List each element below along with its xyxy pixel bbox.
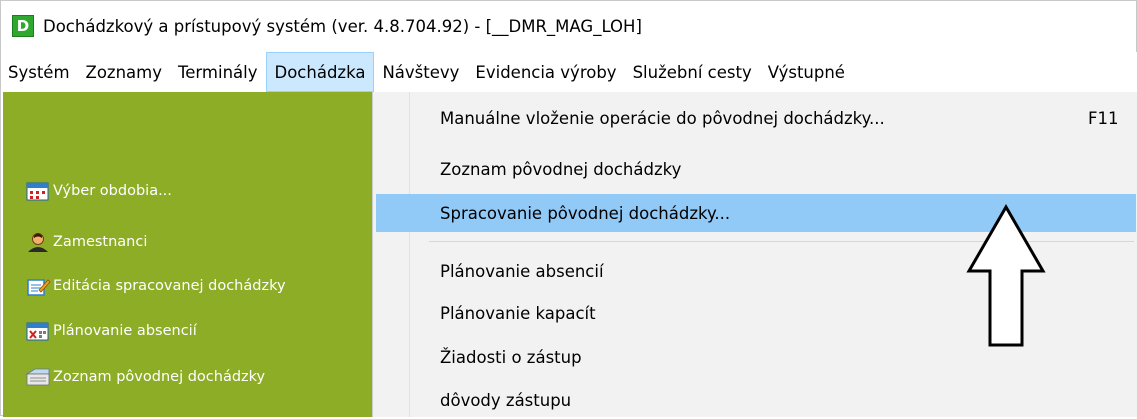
menu-bar: Systém Zoznamy Terminály Dochádzka Návšt…	[2, 52, 1137, 92]
menu-item-label: Zoznam pôvodnej dochádzky	[440, 159, 682, 179]
edit-document-icon	[25, 275, 51, 297]
sidebar-item-label: Zoznam pôvodnej dochádzky	[53, 369, 266, 385]
sidebar-item-label: Výber obdobia...	[53, 183, 172, 199]
menu-item-shortcut: F11	[1088, 108, 1119, 128]
menu-evidencia-vyroby[interactable]: Evidencia výroby	[467, 52, 624, 92]
app-logo-icon: D	[12, 15, 34, 37]
menu-terminaly[interactable]: Terminály	[170, 52, 266, 92]
window-title: Dochádzkový a prístupový systém (ver. 4.…	[43, 16, 642, 36]
sidebar-item-label: Plánovanie absencií	[53, 323, 197, 339]
sidebar-item-planovanie-absencii[interactable]: Plánovanie absencií	[25, 320, 197, 342]
menu-item-dovody-zastupu[interactable]: dôvody zástupu	[376, 381, 1136, 419]
menu-item-label: Manuálne vloženie operácie do pôvodnej d…	[440, 108, 885, 128]
menu-item-label: Spracovanie pôvodnej dochádzky...	[440, 203, 731, 223]
menu-vystupne[interactable]: Výstupné	[760, 52, 853, 92]
calendar-icon	[25, 180, 51, 202]
sidebar: Výber obdobia... Zamestnanci Editácia sp…	[3, 92, 372, 417]
person-icon	[25, 231, 51, 253]
menu-sluzebni-cesty[interactable]: Služební cesty	[625, 52, 760, 92]
sidebar-item-label: Zamestnanci	[53, 234, 148, 250]
app-window: D Dochádzkový a prístupový systém (ver. …	[0, 0, 1137, 419]
menu-zoznamy[interactable]: Zoznamy	[78, 52, 170, 92]
menu-item-label: Žiadosti o zástup	[440, 347, 582, 367]
menu-item-label: dôvody zástupu	[440, 390, 572, 410]
title-bar: D Dochádzkový a prístupový systém (ver. …	[2, 2, 1135, 50]
menu-dochadzka[interactable]: Dochádzka	[265, 52, 375, 92]
sidebar-item-editacia[interactable]: Editácia spracovanej dochádzky	[25, 275, 286, 297]
sidebar-item-zoznam-povodnej[interactable]: Zoznam pôvodnej dochádzky	[25, 366, 265, 388]
menu-item-manualne-vlozenie[interactable]: Manuálne vloženie operácie do pôvodnej d…	[376, 99, 1136, 137]
menu-item-label: Plánovanie absencií	[440, 261, 604, 281]
menu-navstevy[interactable]: Návštevy	[374, 52, 467, 92]
calendar-absence-icon	[25, 320, 51, 342]
up-arrow-icon	[966, 204, 1046, 347]
list-folder-icon	[25, 366, 51, 388]
menu-item-zoznam-povodnej[interactable]: Zoznam pôvodnej dochádzky	[376, 150, 1136, 188]
sidebar-item-vyber-obdobia[interactable]: Výber obdobia...	[25, 180, 172, 202]
menu-system[interactable]: Systém	[2, 52, 78, 92]
menu-item-label: Plánovanie kapacít	[440, 303, 596, 323]
sidebar-item-zamestnanci[interactable]: Zamestnanci	[25, 231, 147, 253]
sidebar-item-label: Editácia spracovanej dochádzky	[53, 278, 286, 294]
